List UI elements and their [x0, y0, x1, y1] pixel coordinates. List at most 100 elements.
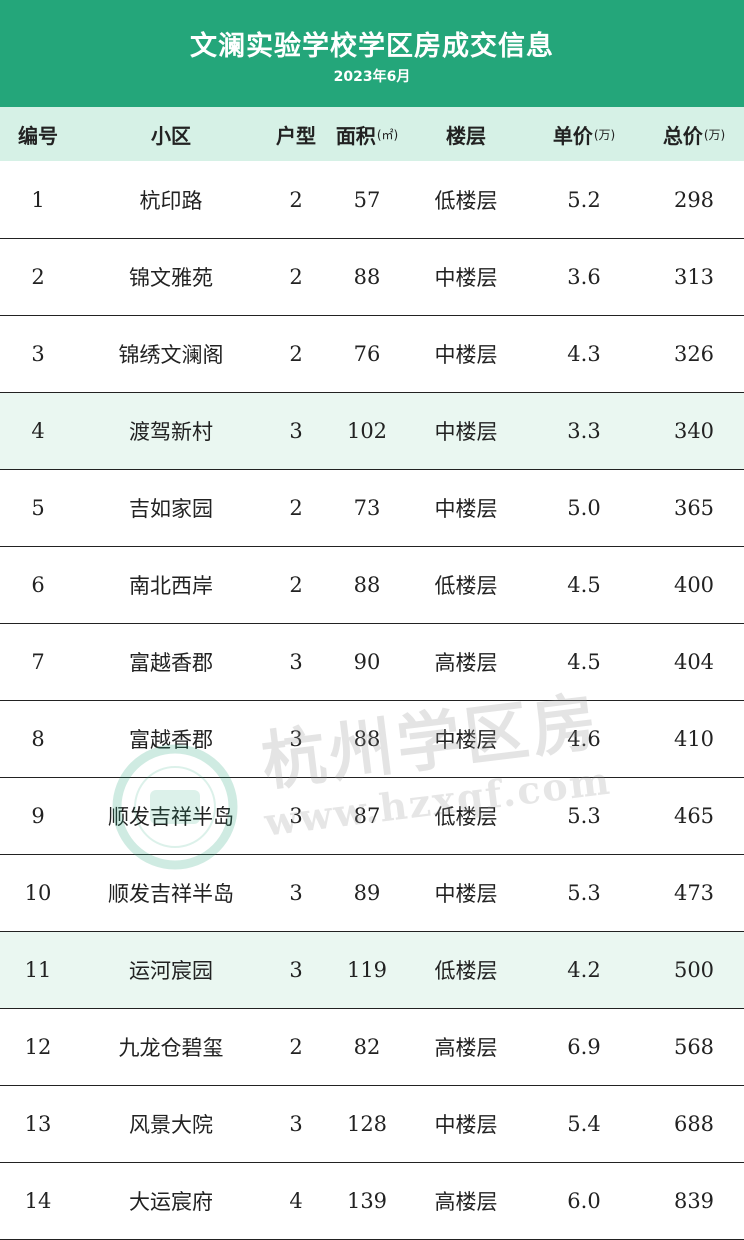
cell-total: 473 [673, 881, 715, 905]
cell-floor: 中楼层 [434, 420, 498, 444]
cell-unit-price: 5.3 [567, 881, 601, 905]
cell-no: 5 [31, 496, 45, 520]
cell-floor: 中楼层 [434, 1113, 498, 1137]
cell-floor: 中楼层 [434, 497, 498, 521]
cell-total: 688 [673, 1112, 715, 1136]
cell-layout: 3 [289, 881, 303, 905]
cell-layout: 3 [289, 1112, 303, 1136]
header-no-label: 编号 [18, 123, 58, 148]
cell-layout: 4 [289, 1189, 303, 1213]
cell-no: 13 [24, 1112, 52, 1136]
cell-floor: 低楼层 [434, 189, 498, 213]
cell-community: 吉如家园 [129, 497, 213, 521]
header-community-label: 小区 [151, 123, 191, 148]
cell-unit-price: 4.3 [567, 342, 601, 366]
cell-layout: 3 [289, 650, 303, 674]
header-area-unit: (㎡) [376, 127, 399, 142]
header-unit-price-unit: (万) [593, 127, 616, 142]
cell-layout: 3 [289, 419, 303, 443]
cell-unit-price: 5.4 [567, 1112, 601, 1136]
header-unit-price-label: 单价 [552, 123, 593, 148]
cell-layout: 2 [289, 1035, 303, 1059]
cell-layout: 3 [289, 958, 303, 982]
table-row: 6 南北西岸 2 88 低楼层 4.5 400 [0, 547, 744, 624]
header-total-unit: (万) [703, 127, 726, 142]
cell-unit-price: 5.3 [567, 804, 601, 828]
cell-no: 10 [24, 881, 52, 905]
header-no: 编号 [0, 107, 76, 161]
header-community: 小区 [76, 107, 266, 161]
table-row: 11 运河宸园 3 119 低楼层 4.2 500 [0, 932, 744, 1009]
cell-layout: 2 [289, 342, 303, 366]
table-row: 7 富越香郡 3 90 高楼层 4.5 404 [0, 624, 744, 701]
cell-area: 139 [346, 1189, 388, 1213]
cell-unit-price: 6.9 [567, 1035, 601, 1059]
header-layout: 户型 [266, 107, 326, 161]
cell-total: 313 [673, 265, 715, 289]
cell-layout: 2 [289, 496, 303, 520]
cell-unit-price: 4.6 [567, 727, 601, 751]
cell-community: 锦绣文澜阁 [118, 343, 224, 367]
table-row: 10 顺发吉祥半岛 3 89 中楼层 5.3 473 [0, 855, 744, 932]
cell-community: 锦文雅苑 [129, 266, 213, 290]
header-layout-label: 户型 [276, 123, 316, 148]
cell-floor: 中楼层 [434, 728, 498, 752]
header-floor-label: 楼层 [446, 123, 486, 148]
cell-no: 6 [31, 573, 45, 597]
cell-area: 88 [353, 573, 381, 597]
table-row: 1 杭印路 2 57 低楼层 5.2 298 [0, 162, 744, 239]
cell-no: 3 [31, 342, 45, 366]
cell-community: 运河宸园 [129, 959, 213, 983]
cell-total: 839 [673, 1189, 715, 1213]
header-total: 总价 (万) [644, 107, 744, 161]
cell-unit-price: 4.5 [567, 573, 601, 597]
cell-floor: 中楼层 [434, 266, 498, 290]
cell-total: 326 [673, 342, 715, 366]
cell-area: 73 [353, 496, 381, 520]
cell-layout: 2 [289, 573, 303, 597]
header-floor: 楼层 [408, 107, 524, 161]
cell-area: 57 [353, 188, 381, 212]
cell-area: 90 [353, 650, 381, 674]
table-row: 8 富越香郡 3 88 中楼层 4.6 410 [0, 701, 744, 778]
cell-community: 顺发吉祥半岛 [108, 882, 234, 906]
cell-area: 76 [353, 342, 381, 366]
cell-area: 87 [353, 804, 381, 828]
cell-total: 465 [673, 804, 715, 828]
cell-unit-price: 5.2 [567, 188, 601, 212]
cell-unit-price: 4.5 [567, 650, 601, 674]
cell-floor: 高楼层 [434, 1036, 498, 1060]
page-title: 文澜实验学校学区房成交信息 [190, 31, 554, 62]
cell-total: 340 [673, 419, 715, 443]
cell-community: 富越香郡 [129, 728, 213, 752]
cell-unit-price: 3.3 [567, 419, 601, 443]
cell-no: 1 [31, 188, 45, 212]
table-header: 编号 小区 户型 面积 (㎡) 楼层 单价 (万) 总价 (万) [0, 107, 744, 161]
cell-no: 9 [31, 804, 45, 828]
cell-total: 568 [673, 1035, 715, 1059]
cell-community: 富越香郡 [129, 651, 213, 675]
cell-floor: 高楼层 [434, 651, 498, 675]
cell-area: 82 [353, 1035, 381, 1059]
cell-area: 102 [346, 419, 388, 443]
header-unit-price: 单价 (万) [524, 107, 644, 161]
cell-no: 2 [31, 265, 45, 289]
cell-no: 11 [24, 958, 52, 982]
cell-floor: 中楼层 [434, 343, 498, 367]
cell-floor: 低楼层 [434, 805, 498, 829]
cell-no: 8 [31, 727, 45, 751]
cell-unit-price: 4.2 [567, 958, 601, 982]
cell-area: 89 [353, 881, 381, 905]
cell-total: 410 [673, 727, 715, 751]
cell-unit-price: 3.6 [567, 265, 601, 289]
cell-community: 九龙仓碧玺 [118, 1036, 224, 1060]
cell-layout: 2 [289, 265, 303, 289]
cell-community: 渡驾新村 [129, 420, 213, 444]
cell-area: 88 [353, 727, 381, 751]
table-row: 4 渡驾新村 3 102 中楼层 3.3 340 [0, 393, 744, 470]
table-row: 14 大运宸府 4 139 高楼层 6.0 839 [0, 1163, 744, 1240]
cell-floor: 低楼层 [434, 574, 498, 598]
cell-layout: 2 [289, 188, 303, 212]
cell-layout: 3 [289, 804, 303, 828]
cell-total: 500 [673, 958, 715, 982]
